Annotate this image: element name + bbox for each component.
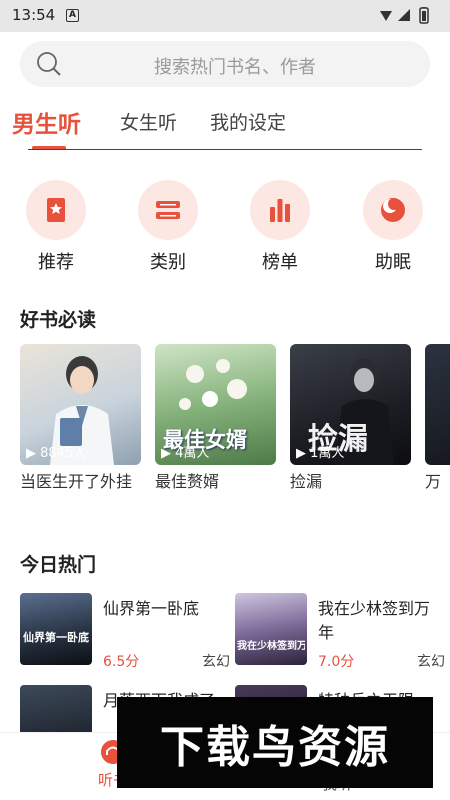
hot-book-title: 仙界第一卧底: [103, 599, 200, 618]
app-notification-icon: A: [66, 9, 79, 22]
good-books-title: 好书必读: [20, 309, 97, 331]
hot-book-score: 7.0分: [318, 654, 355, 670]
status-time: 13:54: [12, 6, 56, 24]
tab-divider: [28, 149, 422, 150]
category-sleep[interactable]: 助眠: [348, 180, 438, 274]
book-cover: 捡漏 ▶ 1萬人: [290, 344, 411, 465]
top-tabs: 男生听 女生听 我的设定: [0, 100, 450, 152]
category-icon: [156, 201, 180, 219]
tab-female[interactable]: 女生听: [120, 108, 177, 135]
book-cover: 最佳女婿 ▶ 4萬人: [155, 344, 276, 465]
book-title: 最佳赘婿: [155, 472, 220, 491]
book-title: 万: [425, 472, 442, 491]
hot-book-score: 6.5分: [103, 654, 140, 670]
book-card[interactable]: 万: [425, 344, 450, 494]
category-row: 推荐 类别 榜单 助眠: [0, 180, 450, 280]
play-count: ▶ 4萬人: [161, 446, 210, 461]
chart-icon: [270, 199, 290, 222]
category-label: 推荐: [38, 252, 74, 273]
category-label: 榜单: [262, 252, 298, 273]
tab-male[interactable]: 男生听: [12, 105, 81, 139]
watermark-banner: 下载鸟资源: [117, 697, 433, 788]
search-placeholder: 搜索热门书名、作者: [154, 57, 316, 78]
book-card[interactable]: 最佳女婿 ▶ 4萬人 最佳赘婿: [155, 344, 276, 494]
hot-book-item[interactable]: 仙界第一卧底 仙界第一卧底 6.5分 玄幻: [20, 593, 230, 670]
category-label: 助眠: [375, 252, 411, 273]
hot-book-genre: 玄幻: [417, 654, 445, 670]
hot-book-item[interactable]: 我在少林签到万年 我在少林签到万年 7.0分 玄幻: [235, 593, 445, 670]
category-recommend[interactable]: 推荐: [11, 180, 101, 274]
hot-book-title: 我在少林签到万年: [318, 599, 431, 642]
category-ranking[interactable]: 榜单: [235, 180, 325, 274]
hot-book-cover: 仙界第一卧底: [20, 593, 92, 665]
book-title: 当医生开了外挂: [20, 472, 133, 491]
status-bar: 13:54 A: [0, 0, 450, 32]
bookmark-icon: [47, 198, 65, 222]
category-type[interactable]: 类别: [123, 180, 213, 274]
book-cover: [425, 344, 450, 465]
book-card[interactable]: 捡漏 ▶ 1萬人 捡漏: [290, 344, 411, 494]
status-icons: [378, 6, 438, 29]
moon-icon: [381, 198, 405, 222]
search-bar[interactable]: 搜索热门书名、作者: [20, 41, 430, 87]
play-count: ▶ 1萬人: [296, 446, 345, 461]
today-hot-title: 今日热门: [20, 554, 97, 576]
watermark-text: 下载鸟资源: [160, 722, 390, 773]
play-count: ▶ 8845人: [26, 446, 87, 461]
good-books-list: ▶ 8845人 当医生开了外挂 最佳女婿 ▶ 4萬人 最佳赘婿 捡漏 ▶ 1萬人…: [20, 344, 450, 524]
book-cover: ▶ 8845人: [20, 344, 141, 465]
category-label: 类别: [150, 252, 186, 273]
tab-my-settings[interactable]: 我的设定: [210, 108, 286, 135]
book-title: 捡漏: [290, 472, 323, 491]
hot-book-cover: 我在少林签到万年: [235, 593, 307, 665]
hot-book-genre: 玄幻: [202, 654, 230, 670]
signal-battery-icon: [380, 6, 429, 24]
book-card[interactable]: ▶ 8845人 当医生开了外挂: [20, 344, 141, 494]
